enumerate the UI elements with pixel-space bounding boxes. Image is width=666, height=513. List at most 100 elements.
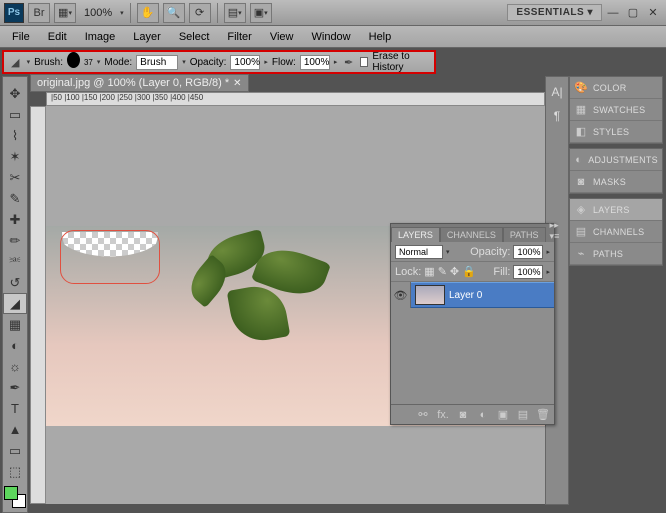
link-layers-icon[interactable]: ⚯ bbox=[416, 408, 430, 421]
blur-tool[interactable]: ◐ bbox=[3, 335, 27, 356]
character-panel-icon[interactable]: A| bbox=[548, 83, 566, 101]
menu-edit[interactable]: Edit bbox=[40, 28, 75, 46]
lock-all-icon[interactable]: 🔒 bbox=[462, 265, 476, 278]
layer-mask-icon[interactable]: ◙ bbox=[456, 409, 470, 421]
arrange-docs-icon[interactable]: ▤▾ bbox=[224, 3, 246, 23]
menu-window[interactable]: Window bbox=[304, 28, 359, 46]
layer-item[interactable]: 👁 Layer 0 bbox=[391, 282, 554, 308]
layer-fx-icon[interactable]: fx. bbox=[436, 409, 450, 421]
pen-tool[interactable]: ✒ bbox=[3, 377, 27, 398]
workspace-switcher[interactable]: ESSENTIALS ▾ bbox=[507, 4, 602, 21]
view-extras-icon[interactable]: ▦▾ bbox=[54, 3, 76, 23]
mode-select[interactable]: Brush bbox=[136, 55, 178, 70]
menu-image[interactable]: Image bbox=[77, 28, 124, 46]
chevron-down-icon[interactable]: ▾ bbox=[120, 9, 124, 17]
flow-input[interactable]: 100% bbox=[300, 55, 330, 70]
lock-transparency-icon[interactable]: ▦ bbox=[424, 265, 434, 278]
zoom-tool-icon[interactable]: 🔍 bbox=[163, 3, 185, 23]
document-title: original.jpg @ 100% (Layer 0, RGB/8) * bbox=[37, 77, 229, 89]
panel-swatches[interactable]: ▦SWATCHES bbox=[570, 99, 662, 121]
dodge-tool[interactable]: ☼ bbox=[3, 356, 27, 377]
delete-layer-icon[interactable]: 🗑 bbox=[536, 408, 550, 421]
panel-channels[interactable]: ▤CHANNELS bbox=[570, 221, 662, 243]
layer-thumbnail[interactable] bbox=[415, 285, 445, 305]
brush-tool[interactable]: ✏ bbox=[3, 230, 27, 251]
image-leaves bbox=[176, 216, 376, 366]
hand-tool-icon[interactable]: ✋ bbox=[137, 3, 159, 23]
restore-icon[interactable]: ▢ bbox=[624, 5, 642, 21]
highlight-annotation bbox=[60, 230, 160, 284]
opacity-input[interactable]: 100% bbox=[230, 55, 260, 70]
gradient-tool[interactable]: ▦ bbox=[3, 314, 27, 335]
layer-group-icon[interactable]: ▣ bbox=[496, 408, 510, 421]
blend-mode-select[interactable]: Normal bbox=[395, 245, 443, 259]
panel-layers[interactable]: ◈LAYERS bbox=[570, 199, 662, 221]
new-layer-icon[interactable]: ▤ bbox=[516, 408, 530, 421]
separator bbox=[217, 3, 218, 23]
menu-view[interactable]: View bbox=[262, 28, 302, 46]
brush-size: 37 bbox=[84, 58, 93, 67]
menu-file[interactable]: File bbox=[4, 28, 38, 46]
document-tab[interactable]: original.jpg @ 100% (Layer 0, RGB/8) * ✕ bbox=[30, 74, 249, 92]
lock-position-icon[interactable]: ✥ bbox=[450, 265, 459, 278]
styles-icon: ◧ bbox=[574, 125, 588, 139]
airbrush-icon[interactable]: ✒ bbox=[341, 54, 356, 70]
bridge-icon[interactable]: Br bbox=[28, 3, 50, 23]
paragraph-panel-icon[interactable]: ¶ bbox=[548, 107, 566, 125]
type-tool[interactable]: T bbox=[3, 398, 27, 419]
menu-layer[interactable]: Layer bbox=[125, 28, 169, 46]
history-brush-tool[interactable]: ↺ bbox=[3, 272, 27, 293]
rotate-view-icon[interactable]: ⟳ bbox=[189, 3, 211, 23]
3d-tool[interactable]: ⬚ bbox=[3, 461, 27, 482]
adjustments-icon: ◐ bbox=[574, 153, 583, 167]
layers-icon: ◈ bbox=[574, 203, 588, 217]
layers-floating-panel[interactable]: LAYERS CHANNELS PATHS ▸▸ ▾≡ Normal▾ Opac… bbox=[390, 223, 555, 425]
shape-tool[interactable]: ▭ bbox=[3, 440, 27, 461]
layer-name[interactable]: Layer 0 bbox=[449, 290, 482, 301]
eraser-tool[interactable]: ◢ bbox=[3, 293, 27, 314]
menu-help[interactable]: Help bbox=[361, 28, 400, 46]
healing-tool[interactable]: ✚ bbox=[3, 209, 27, 230]
paths-tab[interactable]: PATHS bbox=[503, 227, 546, 242]
marquee-tool[interactable]: ▭ bbox=[3, 104, 27, 125]
panel-masks[interactable]: ◙MASKS bbox=[570, 171, 662, 193]
ps-logo: Ps bbox=[4, 3, 24, 23]
separator bbox=[130, 3, 131, 23]
erase-history-label: Erase to History bbox=[372, 51, 430, 73]
eyedropper-tool[interactable]: ✎ bbox=[3, 188, 27, 209]
move-tool[interactable]: ✥ bbox=[3, 83, 27, 104]
channels-tab[interactable]: CHANNELS bbox=[440, 227, 503, 242]
paths-icon: ⌁ bbox=[574, 247, 588, 261]
screen-mode-icon[interactable]: ▣▾ bbox=[250, 3, 272, 23]
panel-adjustments[interactable]: ◐ADJUSTMENTS bbox=[570, 149, 662, 171]
fill-input[interactable]: 100% bbox=[513, 265, 543, 279]
adjustment-layer-icon[interactable]: ◐ bbox=[476, 409, 490, 421]
visibility-toggle-icon[interactable]: 👁 bbox=[391, 282, 411, 308]
panel-paths[interactable]: ⌁PATHS bbox=[570, 243, 662, 265]
color-swatches[interactable] bbox=[4, 486, 26, 508]
erase-history-checkbox[interactable] bbox=[360, 57, 368, 67]
close-icon[interactable]: ✕ bbox=[644, 5, 662, 21]
panel-styles[interactable]: ◧STYLES bbox=[570, 121, 662, 143]
foreground-color-swatch[interactable] bbox=[4, 486, 18, 500]
layers-tab[interactable]: LAYERS bbox=[391, 227, 440, 242]
flow-label: Flow: bbox=[272, 57, 296, 68]
swatches-icon: ▦ bbox=[574, 103, 588, 117]
minimize-icon[interactable]: — bbox=[604, 5, 622, 21]
menu-filter[interactable]: Filter bbox=[219, 28, 259, 46]
menu-select[interactable]: Select bbox=[171, 28, 218, 46]
zoom-level[interactable]: 100% bbox=[80, 7, 116, 19]
masks-icon: ◙ bbox=[574, 175, 588, 189]
lasso-tool[interactable]: ⌇ bbox=[3, 125, 27, 146]
eraser-tool-preset-icon[interactable]: ◢ bbox=[8, 54, 23, 70]
brush-preview-icon[interactable] bbox=[67, 52, 80, 68]
stamp-tool[interactable]: ⎃ bbox=[3, 251, 27, 272]
close-document-icon[interactable]: ✕ bbox=[233, 78, 241, 89]
quick-select-tool[interactable]: ✶ bbox=[3, 146, 27, 167]
panel-color[interactable]: 🎨COLOR bbox=[570, 77, 662, 99]
path-select-tool[interactable]: ▲ bbox=[3, 419, 27, 440]
crop-tool[interactable]: ✂ bbox=[3, 167, 27, 188]
panel-menu-icon[interactable]: ▸▸ ▾≡ bbox=[546, 220, 564, 242]
layer-opacity-input[interactable]: 100% bbox=[513, 245, 543, 259]
lock-image-icon[interactable]: ✎ bbox=[438, 265, 447, 278]
